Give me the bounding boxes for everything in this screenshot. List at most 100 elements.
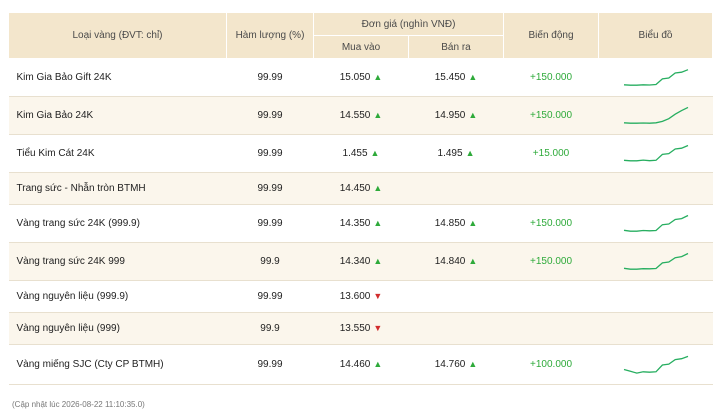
sell-price-cell-value: 14.840 [434, 256, 466, 267]
sparkline-path [623, 106, 688, 124]
gold-type-cell-value: Vàng trang sức 24K (999.9) [16, 218, 140, 229]
header-price-group: Đơn giá (nghìn VNĐ) [312, 12, 505, 36]
triangle-up-icon: ▲ [465, 148, 475, 158]
header-sell: Bán ra [407, 35, 505, 59]
triangle-up-icon: ▲ [373, 359, 383, 369]
change-cell [503, 312, 599, 345]
price-sparkline [623, 214, 688, 232]
buy-price-cell: 14.550 ▲ [313, 96, 409, 135]
sparkline-cell [598, 344, 713, 385]
sparkline-cell [598, 280, 713, 313]
purity-cell: 99.9 [226, 312, 314, 345]
sell-price-cell: 14.760 ▲ [408, 344, 504, 385]
purity-cell-value: 99.99 [257, 183, 283, 194]
buy-price-cell-value: 13.550 [339, 323, 371, 334]
triangle-down-icon: ▼ [373, 291, 383, 301]
gold-type-cell: Kim Gia Bảo Gift 24K [8, 58, 227, 97]
gold-type-cell-value: Vàng nguyên liệu (999.9) [16, 291, 129, 302]
buy-price-cell-value: 15.050 [339, 72, 371, 83]
sell-price-cell-value: 14.850 [434, 218, 466, 229]
sell-price-cell [408, 312, 504, 345]
purity-cell: 99.99 [226, 134, 314, 173]
sell-price-cell [408, 280, 504, 313]
buy-price-cell-value: 14.450 [339, 183, 371, 194]
purity-cell-value: 99.99 [257, 291, 283, 302]
sparkline-cell [598, 172, 713, 205]
price-sparkline [623, 355, 688, 374]
triangle-up-icon: ▲ [373, 183, 383, 193]
sell-price-cell: 14.840 ▲ [408, 242, 504, 281]
sell-price-cell [408, 172, 504, 205]
buy-price-cell-value: 13.600 [339, 291, 371, 302]
gold-type-cell: Tiểu Kim Cát 24K [8, 134, 227, 173]
buy-price-cell-value: 14.550 [339, 110, 371, 121]
change-cell: +150.000 [503, 58, 599, 97]
gold-type-cell: Vàng trang sức 24K (999.9) [8, 204, 227, 243]
triangle-up-icon: ▲ [468, 110, 478, 120]
buy-price-cell-value: 14.340 [339, 256, 371, 267]
triangle-down-icon: ▼ [373, 323, 383, 333]
purity-cell-value: 99.99 [257, 359, 283, 370]
triangle-up-icon: ▲ [468, 359, 478, 369]
purity-cell: 99.9 [226, 242, 314, 281]
gold-type-cell-value: Vàng nguyên liệu (999) [16, 323, 120, 334]
sparkline-cell [598, 312, 713, 345]
change-cell [503, 172, 599, 205]
sparkline-path [623, 355, 688, 374]
buy-price-cell-value: 1.455 [342, 148, 368, 159]
change-cell-value: +150.000 [530, 72, 573, 83]
triangle-up-icon: ▲ [373, 72, 383, 82]
gold-type-cell-value: Kim Gia Bảo 24K [16, 110, 94, 121]
purity-cell-value: 99.9 [260, 256, 280, 267]
gold-type-cell-value: Trang sức - Nhẫn tròn BTMH [16, 183, 146, 194]
header-chart: Biểu đồ [598, 12, 714, 59]
header-type: Loại vàng (ĐVT: chỉ) [8, 12, 227, 59]
buy-price-cell-value: 14.350 [339, 218, 371, 229]
last-updated-text: (Cập nhật lúc 2026-08-22 11:10:35.0) [12, 400, 145, 409]
gold-type-cell-value: Tiểu Kim Cát 24K [16, 148, 95, 159]
purity-cell: 99.99 [226, 96, 314, 135]
purity-cell: 99.99 [226, 204, 314, 243]
table-row: Vàng nguyên liệu (999.9) 99.99 13.600 ▼ [8, 280, 713, 313]
gold-price-table: Loại vàng (ĐVT: chỉ) Hàm lượng (%) Đơn g… [8, 12, 714, 385]
purity-cell-value: 99.99 [257, 148, 283, 159]
change-cell-value: +150.000 [530, 218, 573, 229]
sparkline-path [623, 252, 688, 270]
gold-type-cell-value: Kim Gia Bảo Gift 24K [16, 72, 112, 83]
triangle-up-icon: ▲ [370, 148, 380, 158]
buy-price-cell: 14.340 ▲ [313, 242, 409, 281]
table-row: Kim Gia Bảo Gift 24K 99.99 15.050 ▲ 15.450 ▲ +… [8, 58, 713, 97]
purity-cell: 99.99 [226, 344, 314, 385]
sell-price-cell-value: 15.450 [434, 72, 466, 83]
triangle-up-icon: ▲ [373, 256, 383, 266]
sell-price-cell-value: 14.760 [434, 359, 466, 370]
sparkline-cell [598, 58, 713, 97]
triangle-up-icon: ▲ [373, 218, 383, 228]
table-row: Vàng trang sức 24K 999 99.9 14.340 ▲ 14.840 ▲… [8, 242, 713, 281]
purity-cell-value: 99.99 [257, 72, 283, 83]
table-row: Vàng miếng SJC (Cty CP BTMH) 99.99 14.460 ▲… [8, 344, 713, 385]
header-change: Biến động [503, 12, 600, 59]
sell-price-cell: 14.850 ▲ [408, 204, 504, 243]
header-buy: Mua vào [313, 35, 409, 59]
change-cell-value: +15.000 [532, 148, 570, 159]
purity-cell: 99.99 [226, 172, 314, 205]
gold-type-cell-value: Vàng miếng SJC (Cty CP BTMH) [16, 359, 164, 370]
table-row: Vàng nguyên liệu (999) 99.9 13.550 ▼ [8, 312, 713, 345]
price-sparkline [623, 106, 688, 124]
buy-price-cell: 13.600 ▼ [313, 280, 409, 313]
sell-price-cell: 1.495 ▲ [408, 134, 504, 173]
buy-price-cell: 14.460 ▲ [313, 344, 409, 385]
change-cell: +150.000 [503, 96, 599, 135]
gold-type-cell: Vàng nguyên liệu (999.9) [8, 280, 227, 313]
change-cell: +15.000 [503, 134, 599, 173]
purity-cell: 99.99 [226, 58, 314, 97]
triangle-up-icon: ▲ [468, 256, 478, 266]
purity-cell-value: 99.99 [257, 218, 283, 229]
gold-type-cell: Vàng miếng SJC (Cty CP BTMH) [8, 344, 227, 385]
change-cell-value: +150.000 [530, 110, 573, 121]
sparkline-cell [598, 134, 713, 173]
purity-cell-value: 99.9 [260, 323, 280, 334]
price-sparkline [623, 144, 688, 161]
gold-type-cell: Vàng nguyên liệu (999) [8, 312, 227, 345]
